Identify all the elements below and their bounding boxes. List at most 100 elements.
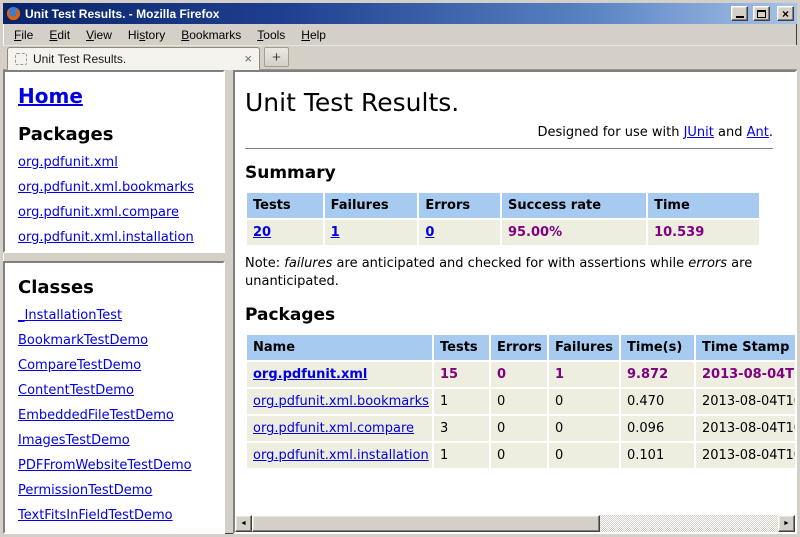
- scroll-right-button[interactable]: ►: [778, 515, 795, 532]
- tab-unit-test-results[interactable]: Unit Test Results. ×: [7, 47, 260, 70]
- firefox-icon: [6, 6, 21, 21]
- maximize-icon: [757, 10, 766, 18]
- new-tab-button[interactable]: +: [264, 47, 289, 67]
- sidebar-class-link[interactable]: PermissionTestDemo: [18, 483, 211, 498]
- packages-frame: Home Packages org.pdfunit.xml org.pdfuni…: [3, 70, 225, 253]
- package-errors-cell: 0: [491, 362, 547, 387]
- frame-divider-vertical[interactable]: [225, 70, 233, 534]
- menu-help[interactable]: Help: [293, 25, 334, 45]
- junit-link[interactable]: JUnit: [684, 125, 714, 140]
- package-timestamp-cell: 2013-08-04T10: [696, 416, 795, 441]
- minimize-icon: [736, 16, 744, 18]
- tab-title: Unit Test Results.: [33, 52, 238, 66]
- summary-success-rate-cell: 95.00%: [502, 220, 646, 245]
- package-link[interactable]: org.pdfunit.xml: [253, 367, 367, 382]
- page-title: Unit Test Results.: [245, 88, 795, 117]
- ant-link[interactable]: Ant: [747, 125, 769, 140]
- menu-tools[interactable]: Tools: [249, 25, 293, 45]
- menu-history[interactable]: History: [120, 25, 173, 45]
- package-errors-cell: 0: [491, 416, 547, 441]
- package-timestamp-cell: 2013-08-04T10: [696, 443, 795, 468]
- scrollbar-track[interactable]: [600, 515, 778, 532]
- summary-tests-cell: 20: [247, 220, 323, 245]
- menu-bookmarks[interactable]: Bookmarks: [173, 25, 249, 45]
- table-row: org.pdfunit.xml.installation 1 0 0 0.101…: [247, 443, 795, 468]
- summary-col-success-rate: Success rate: [502, 193, 646, 218]
- package-link[interactable]: org.pdfunit.xml.bookmarks: [253, 394, 429, 409]
- favicon-placeholder-icon: [15, 53, 27, 65]
- failures-count-link[interactable]: 1: [331, 225, 340, 240]
- packages-col-failures: Failures: [549, 335, 619, 360]
- sidebar-class-link[interactable]: BookmarkTestDemo: [18, 333, 211, 348]
- sidebar-class-link[interactable]: ContentTestDemo: [18, 383, 211, 398]
- window-title: Unit Test Results. - Mozilla Firefox: [25, 7, 726, 21]
- table-row: org.pdfunit.xml.compare 3 0 0 0.096 2013…: [247, 416, 795, 441]
- package-timestamp-cell: 2013-08-04T10: [696, 389, 795, 414]
- summary-table: Tests Failures Errors Success rate Time …: [245, 191, 761, 247]
- packages-col-timestamp: Time Stamp: [696, 335, 795, 360]
- package-tests-cell: 1: [434, 443, 489, 468]
- summary-failures-cell: 1: [325, 220, 418, 245]
- browser-window: Unit Test Results. - Mozilla Firefox × F…: [0, 0, 800, 537]
- package-failures-cell: 0: [549, 443, 619, 468]
- sidebar-class-link[interactable]: ImagesTestDemo: [18, 433, 211, 448]
- sidebar-class-link[interactable]: TextFitsInFieldTestDemo: [18, 508, 211, 523]
- package-time-cell: 0.096: [621, 416, 694, 441]
- sidebar-package-link[interactable]: org.pdfunit.xml: [18, 155, 211, 170]
- close-button[interactable]: ×: [777, 6, 794, 21]
- divider-rule: [245, 148, 773, 149]
- summary-col-failures: Failures: [325, 193, 418, 218]
- menu-edit[interactable]: Edit: [41, 25, 78, 45]
- package-tests-cell: 1: [434, 389, 489, 414]
- scroll-right-arrow-icon: ►: [783, 520, 790, 527]
- package-failures-cell: 0: [549, 416, 619, 441]
- packages-heading: Packages: [245, 305, 795, 325]
- summary-errors-cell: 0: [419, 220, 500, 245]
- scroll-left-arrow-icon: ◄: [240, 520, 247, 527]
- sidebar-package-link[interactable]: org.pdfunit.xml.installation: [18, 230, 211, 245]
- sidebar-package-link[interactable]: org.pdfunit.xml.compare: [18, 205, 211, 220]
- sidebar-class-link[interactable]: PDFFromWebsiteTestDemo: [18, 458, 211, 473]
- frameset: Home Packages org.pdfunit.xml org.pdfuni…: [3, 70, 797, 534]
- sidebar-class-link[interactable]: _InstallationTest: [18, 308, 211, 323]
- home-link[interactable]: Home: [18, 84, 83, 108]
- package-time-cell: 9.872: [621, 362, 694, 387]
- note-text: Note: failures are anticipated and check…: [245, 255, 783, 291]
- package-errors-cell: 0: [491, 443, 547, 468]
- package-link[interactable]: org.pdfunit.xml.installation: [253, 448, 429, 463]
- packages-table: Name Tests Errors Failures Time(s) Time …: [245, 333, 795, 470]
- package-failures-cell: 0: [549, 389, 619, 414]
- sidebar-packages-heading: Packages: [18, 124, 211, 145]
- summary-data-row: 20 1 0 95.00% 10.539: [247, 220, 759, 245]
- minimize-button[interactable]: [731, 6, 748, 21]
- tests-count-link[interactable]: 20: [253, 225, 271, 240]
- scroll-left-button[interactable]: ◄: [235, 515, 252, 532]
- errors-count-link[interactable]: 0: [425, 225, 434, 240]
- maximize-button[interactable]: [753, 6, 770, 21]
- table-row: org.pdfunit.xml 15 0 1 9.872 2013-08-04T…: [247, 362, 795, 387]
- tab-close-icon[interactable]: ×: [244, 53, 252, 65]
- tab-strip: Unit Test Results. × +: [3, 46, 797, 70]
- classes-frame: Classes _InstallationTest BookmarkTestDe…: [3, 261, 225, 534]
- package-errors-cell: 0: [491, 389, 547, 414]
- title-bar: Unit Test Results. - Mozilla Firefox ×: [3, 3, 797, 24]
- sidebar-package-link[interactable]: org.pdfunit.xml.bookmarks: [18, 180, 211, 195]
- sidebar-class-link[interactable]: CompareTestDemo: [18, 358, 211, 373]
- package-time-cell: 0.101: [621, 443, 694, 468]
- package-timestamp-cell: 2013-08-04T1: [696, 362, 795, 387]
- menu-bar: File Edit View History Bookmarks Tools H…: [3, 24, 797, 46]
- summary-header-row: Tests Failures Errors Success rate Time: [247, 193, 759, 218]
- horizontal-scrollbar: ◄ ►: [235, 515, 795, 532]
- sidebar-class-link[interactable]: EmbeddedFileTestDemo: [18, 408, 211, 423]
- summary-col-errors: Errors: [419, 193, 500, 218]
- menu-file[interactable]: File: [6, 25, 41, 45]
- main-column: Unit Test Results. Designed for use with…: [233, 70, 797, 534]
- summary-col-tests: Tests: [247, 193, 323, 218]
- packages-col-errors: Errors: [491, 335, 547, 360]
- package-tests-cell: 15: [434, 362, 489, 387]
- main-frame: Unit Test Results. Designed for use with…: [233, 70, 797, 534]
- scrollbar-thumb[interactable]: [252, 515, 600, 532]
- menu-view[interactable]: View: [78, 25, 120, 45]
- frame-divider-horizontal[interactable]: [3, 253, 225, 261]
- package-link[interactable]: org.pdfunit.xml.compare: [253, 421, 414, 436]
